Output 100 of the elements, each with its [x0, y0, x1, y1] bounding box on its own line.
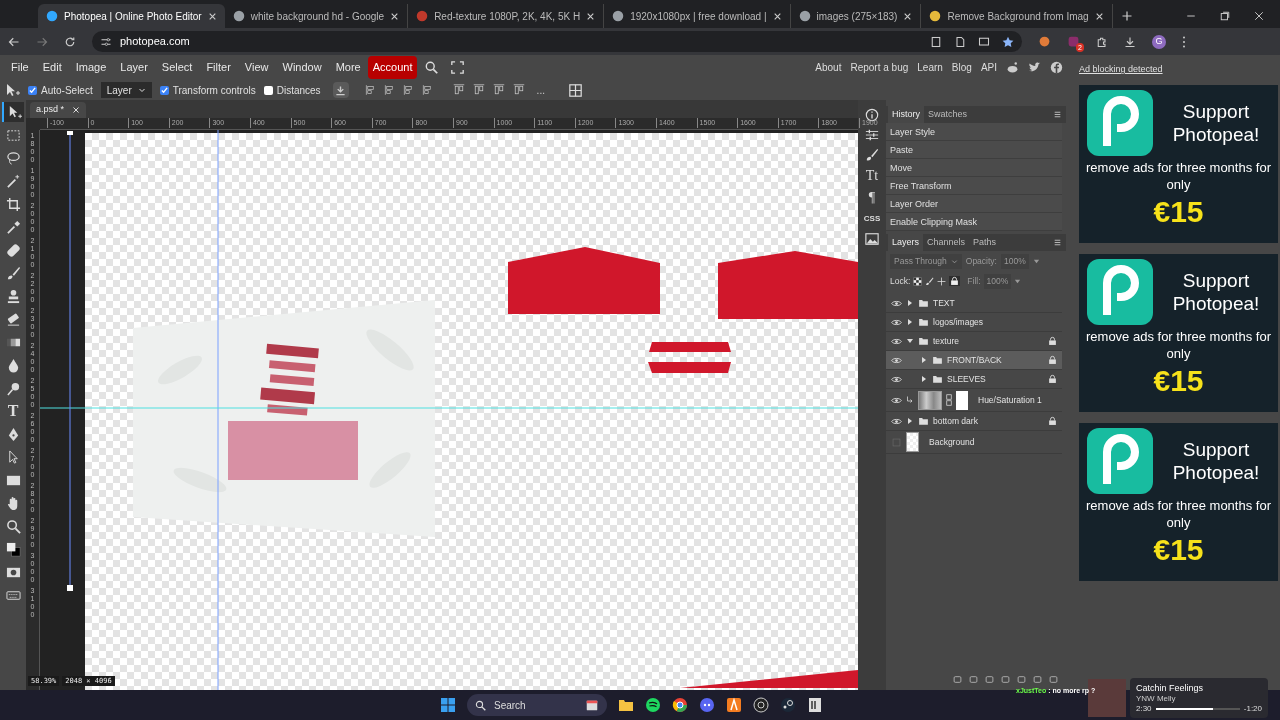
history-item[interactable]: Layer Style — [886, 123, 1062, 141]
browser-tab[interactable]: Photopea | Online Photo Editor — [38, 4, 225, 28]
caret-right-icon[interactable] — [920, 375, 928, 383]
grid-icon[interactable] — [568, 83, 582, 97]
account-button[interactable]: Account — [367, 56, 418, 79]
menu-icon[interactable] — [1053, 238, 1062, 247]
header-link[interactable]: Learn — [917, 60, 943, 75]
download-button[interactable] — [332, 82, 349, 98]
windows-logo-icon[interactable] — [440, 697, 456, 713]
browser-app-icon[interactable] — [672, 697, 688, 713]
document-tab[interactable]: a.psd * — [30, 102, 87, 118]
move-arrows-icon[interactable] — [937, 276, 947, 286]
caret-down-icon[interactable] — [1032, 257, 1040, 265]
close-icon[interactable] — [772, 11, 782, 21]
address-bar[interactable]: photopea.com — [92, 31, 1022, 52]
history-item[interactable]: Enable Clipping Mask — [886, 213, 1062, 231]
header-link[interactable]: Report a bug — [850, 60, 909, 75]
menu-item[interactable]: More — [328, 56, 368, 79]
panel-tab[interactable]: History — [888, 106, 924, 123]
site-settings-icon[interactable] — [100, 35, 112, 48]
close-icon[interactable] — [586, 11, 596, 21]
menu-icon[interactable] — [1182, 35, 1186, 48]
ad-card[interactable]: Support Photopea! remove ads for three months for only €15 — [1079, 423, 1278, 581]
align-icon[interactable] — [402, 84, 414, 96]
history-item[interactable]: Paste — [886, 141, 1062, 159]
taskbar-search[interactable]: Search — [467, 694, 607, 716]
profile-avatar[interactable]: G — [1152, 34, 1166, 49]
new-tab-icon[interactable] — [1120, 10, 1133, 22]
close-icon[interactable] — [72, 106, 81, 114]
blend-mode-dropdown[interactable]: Pass Through — [890, 253, 962, 269]
ad-blocking-link[interactable]: Ad blocking detected — [1079, 64, 1163, 74]
close-icon[interactable] — [1254, 11, 1264, 21]
page-icon[interactable] — [954, 35, 966, 48]
menu-item[interactable]: View — [237, 56, 276, 79]
ad-card[interactable]: Support Photopea! remove ads for three months for only €15 — [1079, 85, 1278, 243]
menu-item[interactable]: Select — [154, 56, 200, 79]
tool-button[interactable] — [2, 102, 24, 122]
circle-f-icon[interactable] — [1050, 61, 1063, 74]
chat-app-icon[interactable] — [699, 697, 715, 713]
extension-icon[interactable] — [1067, 35, 1080, 48]
sliders-icon[interactable] — [865, 128, 879, 142]
close-icon[interactable] — [1094, 11, 1104, 21]
star-icon[interactable] — [1002, 35, 1014, 48]
layer-row[interactable]: Hue/Saturation 1 — [886, 389, 1062, 412]
screen-icon[interactable] — [978, 35, 990, 48]
brush-icon[interactable] — [865, 148, 879, 162]
panel-tab[interactable]: Paths — [969, 234, 1001, 251]
panel-tab[interactable]: Channels — [923, 234, 970, 251]
panel-button[interactable]: ¶ — [868, 190, 876, 206]
restore-icon[interactable] — [1220, 11, 1230, 21]
reload-icon[interactable] — [64, 35, 76, 48]
notepad-app-icon[interactable] — [807, 697, 823, 713]
ad-card[interactable]: Support Photopea! remove ads for three months for only €15 — [1079, 254, 1278, 412]
cursor-arrow-icon[interactable] — [4, 82, 20, 98]
record-app-icon[interactable] — [753, 697, 769, 713]
panel-button[interactable]: CSS — [863, 212, 881, 226]
checkbox[interactable]: Distances — [263, 82, 321, 98]
panel-button[interactable]: Tt — [865, 168, 879, 184]
lock-icon[interactable] — [950, 276, 960, 286]
fullscreen-icon[interactable] — [451, 61, 465, 74]
distribute-icon[interactable] — [492, 84, 505, 96]
panel-tab[interactable]: Layers — [888, 234, 923, 251]
download-icon[interactable] — [1124, 35, 1136, 48]
bird-icon[interactable] — [1028, 61, 1041, 74]
menu-item[interactable]: Image — [68, 56, 114, 79]
game-app-icon[interactable] — [780, 697, 796, 713]
tool-button[interactable]: T — [2, 401, 24, 421]
distribute-icon[interactable] — [452, 84, 465, 96]
back-arrow-icon[interactable] — [8, 35, 20, 48]
distribute-icon[interactable] — [512, 84, 525, 96]
header-link[interactable]: Blog — [951, 60, 972, 75]
info-icon[interactable] — [865, 108, 879, 122]
menu-item[interactable]: Layer — [113, 56, 155, 79]
header-link[interactable]: About — [815, 60, 842, 75]
layer-dropdown[interactable]: Layer — [100, 82, 152, 98]
history-item[interactable]: Layer Order — [886, 195, 1062, 213]
header-link[interactable]: API — [980, 60, 997, 75]
close-icon[interactable] — [903, 11, 913, 21]
close-icon[interactable] — [207, 11, 217, 21]
checkbox[interactable]: Transform controls — [159, 82, 256, 98]
align-icon[interactable] — [421, 84, 433, 96]
menu-item[interactable]: Window — [275, 56, 329, 79]
layer-row[interactable]: FRONT/BACK — [886, 351, 1062, 370]
search-icon[interactable] — [425, 60, 440, 75]
brush-icon[interactable] — [925, 276, 935, 286]
menu-item[interactable]: Filter — [199, 56, 238, 79]
caret-right-icon[interactable] — [906, 318, 914, 326]
caret-right-icon[interactable] — [906, 299, 914, 307]
menu-icon[interactable] — [1053, 110, 1062, 119]
menu-item[interactable]: File — [4, 56, 36, 79]
caret-down-icon[interactable] — [906, 337, 914, 345]
fill-field[interactable]: 100% — [983, 273, 1012, 289]
close-icon[interactable] — [390, 11, 400, 21]
menu-item[interactable]: Edit — [35, 56, 69, 79]
triangle-app-icon[interactable] — [726, 697, 742, 713]
picture-icon[interactable] — [865, 232, 879, 246]
caret-down-icon[interactable] — [1014, 277, 1022, 285]
distribute-icon[interactable] — [472, 84, 485, 96]
caret-right-icon[interactable] — [920, 356, 928, 364]
history-item[interactable]: Move — [886, 159, 1062, 177]
